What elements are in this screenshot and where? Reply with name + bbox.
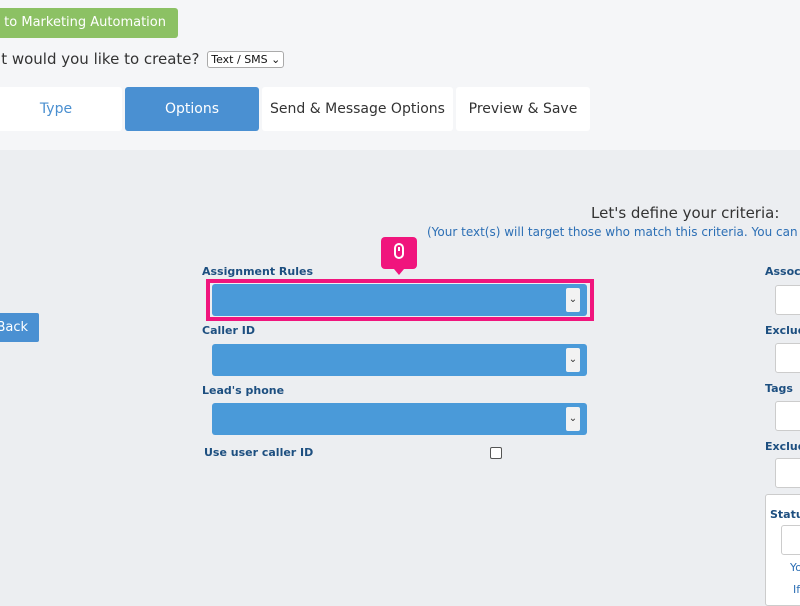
exclude-label-2: Exclud [765,440,800,453]
caller-id-label: Caller ID [202,324,255,337]
use-user-caller-id-checkbox[interactable] [490,447,502,459]
status-help-text: Yo [790,561,800,574]
use-user-caller-id-label: Use user caller ID [204,446,314,459]
exclude-input-2[interactable] [775,458,800,488]
status-panel: Status Yo If [765,494,800,606]
chevron-down-icon: ⌄ [566,407,580,431]
status-input[interactable] [781,525,800,555]
associ-label: Associ [765,265,800,278]
tab-send-message-options[interactable]: Send & Message Options [262,87,453,131]
assignment-rules-highlight [206,279,594,321]
create-type-value: Text / SMS [211,53,268,66]
caller-id-select[interactable]: ⌄ [212,344,587,376]
chevron-down-icon: ⌄ [566,348,580,372]
leads-phone-label: Lead's phone [202,384,285,397]
tab-options[interactable]: Options [125,87,259,131]
mouse-icon [394,243,404,259]
return-to-marketing-automation-button[interactable]: turn to Marketing Automation [0,8,178,38]
create-prompt-row: at would you like to create? Text / SMS … [0,50,285,68]
associ-input[interactable] [775,285,800,315]
criteria-title: Let's define your criteria: [591,204,780,222]
create-prompt-label: at would you like to create? [0,50,200,68]
criteria-subtitle: (Your text(s) will target those who matc… [427,225,800,239]
tab-type[interactable]: Type [0,87,122,131]
back-button[interactable]: Back [0,313,39,342]
click-marker [381,237,417,275]
exclude-input-1[interactable] [775,343,800,373]
leads-phone-select[interactable]: ⌄ [212,403,587,435]
status-label: Status [770,508,800,521]
tags-input[interactable] [775,401,800,431]
create-type-select[interactable]: Text / SMS ⌄ [207,51,285,68]
tab-preview-save[interactable]: Preview & Save [456,87,590,131]
status-help-text-2: If [793,583,800,596]
tags-label: Tags [765,382,793,395]
assignment-rules-label: Assignment Rules [202,265,314,278]
exclude-label-1: Exclud [765,324,800,337]
chevron-down-icon: ⌄ [271,53,281,66]
